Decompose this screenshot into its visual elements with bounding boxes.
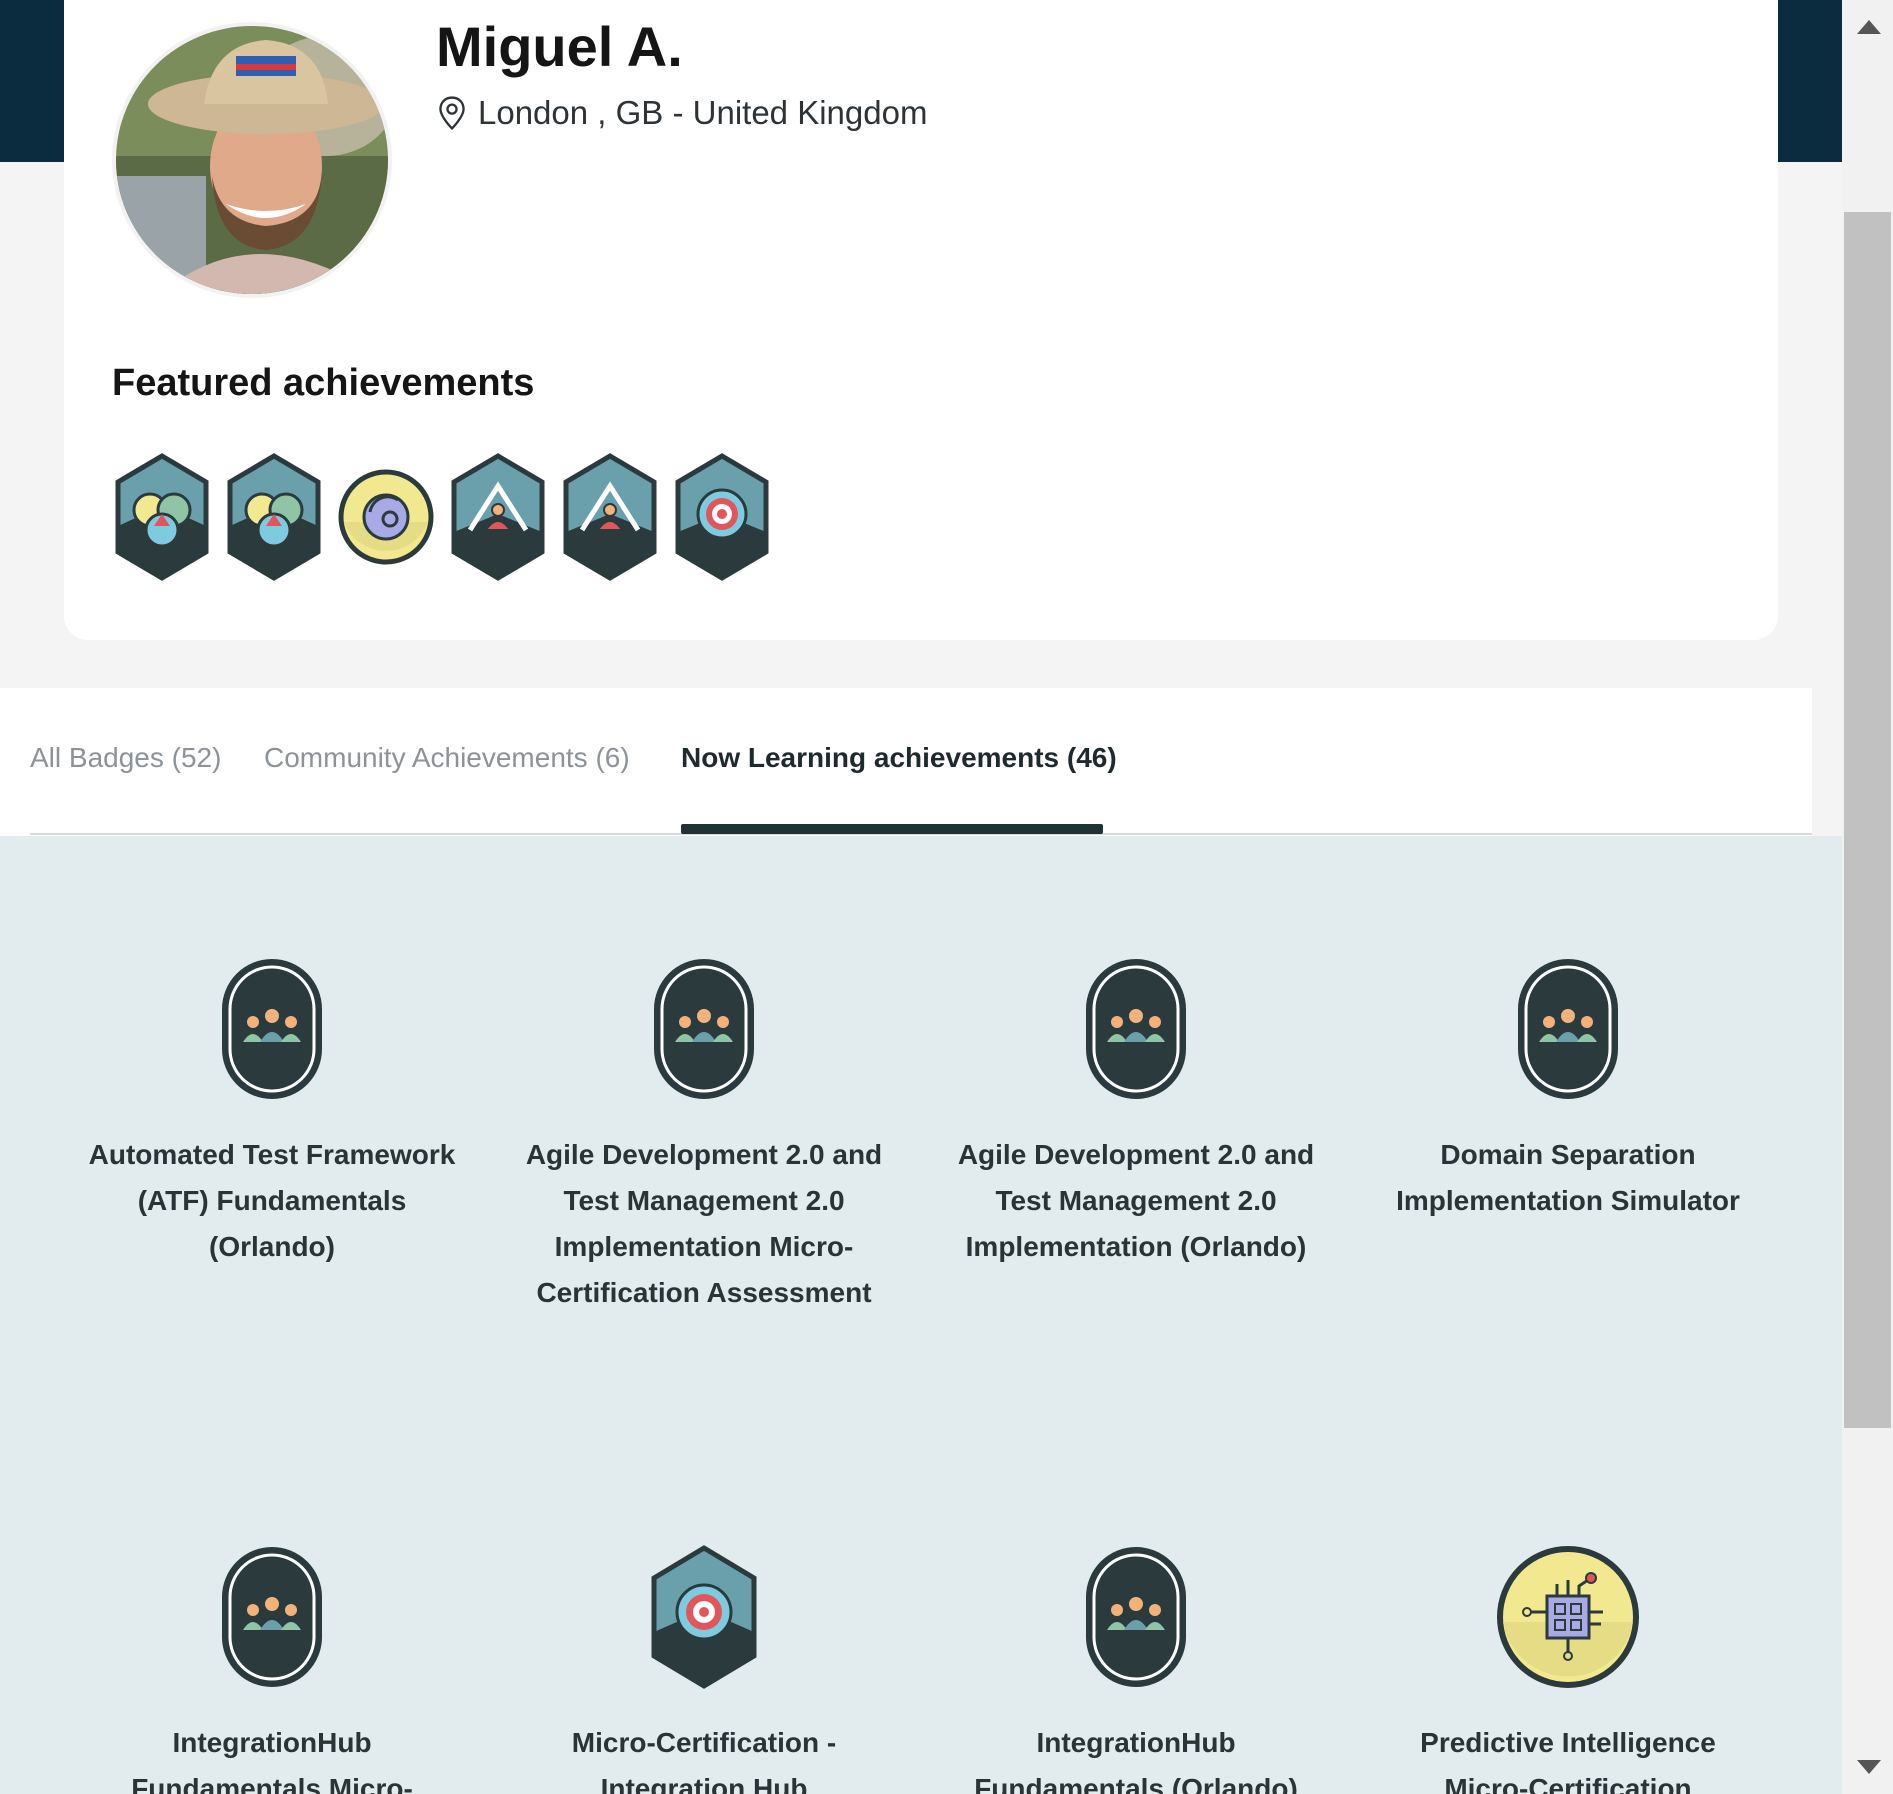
group-pill-badge-icon xyxy=(222,959,322,1099)
achievement-title: IntegrationHub Fundamentals (Orlando) xyxy=(974,1727,1298,1794)
achievement-card[interactable]: Agile Development 2.0 and Test Managemen… xyxy=(518,956,890,1316)
location-text: London , GB - United Kingdom xyxy=(478,94,928,131)
target-hex-badge-icon[interactable] xyxy=(672,452,772,582)
map-pin-icon xyxy=(439,96,465,131)
mountain-person-hex-badge-icon[interactable] xyxy=(448,452,548,582)
group-pill-badge-icon xyxy=(654,959,754,1099)
group-pill-badge-icon xyxy=(1086,1547,1186,1687)
achievement-card[interactable]: Micro-Certification - Integration Hub xyxy=(518,1544,890,1794)
group-pill-badge-icon xyxy=(1086,959,1186,1099)
achievement-title: Predictive Intelligence Micro-Certificat… xyxy=(1420,1727,1716,1794)
achievement-card[interactable]: Automated Test Framework (ATF) Fundament… xyxy=(86,956,458,1270)
avatar[interactable] xyxy=(112,22,392,298)
venn-hex-badge-icon[interactable] xyxy=(112,452,212,582)
achievement-title: Domain Separation Implementation Simulat… xyxy=(1396,1139,1740,1216)
scrollbar-thumb[interactable] xyxy=(1844,212,1891,1428)
refresh-target-round-badge-icon[interactable] xyxy=(336,452,436,582)
tab-now-learning-achievements[interactable]: Now Learning achievements (46) xyxy=(681,742,1117,774)
active-tab-indicator xyxy=(681,824,1103,834)
achievement-title: Agile Development 2.0 and Test Managemen… xyxy=(957,1139,1315,1262)
achievement-title: Micro-Certification - Integration Hub xyxy=(571,1727,837,1794)
achievement-card[interactable]: IntegrationHub Fundamentals (Orlando) xyxy=(950,1544,1322,1794)
profile-name: Miguel A. xyxy=(436,15,683,78)
venn-hex-badge-icon[interactable] xyxy=(224,452,324,582)
profile-card: Miguel A. London , GB - United Kingdom F… xyxy=(64,0,1778,640)
tab-community-achievements[interactable]: Community Achievements (6) xyxy=(264,742,630,774)
achievement-card[interactable]: Agile Development 2.0 and Test Managemen… xyxy=(950,956,1322,1270)
group-pill-badge-icon xyxy=(222,1547,322,1687)
chip-round-badge-icon xyxy=(1497,1546,1639,1688)
achievement-title: Agile Development 2.0 and Test Managemen… xyxy=(525,1139,883,1308)
vertical-scrollbar[interactable] xyxy=(1842,0,1893,1794)
achievement-card[interactable]: Predictive Intelligence Micro-Certificat… xyxy=(1382,1544,1754,1794)
featured-achievements-title: Featured achievements xyxy=(112,362,535,404)
group-pill-badge-icon xyxy=(1518,959,1618,1099)
achievement-title: IntegrationHub Fundamentals Micro- xyxy=(131,1727,413,1794)
achievement-card[interactable]: Domain Separation Implementation Simulat… xyxy=(1382,956,1754,1224)
achievements-grid: Automated Test Framework (ATF) Fundament… xyxy=(0,836,1842,1794)
location: London , GB - United Kingdom xyxy=(436,94,927,132)
scroll-up-arrow-icon[interactable] xyxy=(1857,20,1881,34)
achievement-title: Automated Test Framework (ATF) Fundament… xyxy=(88,1139,456,1262)
achievement-card[interactable]: IntegrationHub Fundamentals Micro- xyxy=(86,1544,458,1794)
scroll-down-arrow-icon[interactable] xyxy=(1857,1760,1881,1774)
target-hex-badge-icon xyxy=(651,1545,757,1689)
tab-all-badges[interactable]: All Badges (52) xyxy=(30,742,221,774)
mountain-person-hex-badge-icon[interactable] xyxy=(560,452,660,582)
